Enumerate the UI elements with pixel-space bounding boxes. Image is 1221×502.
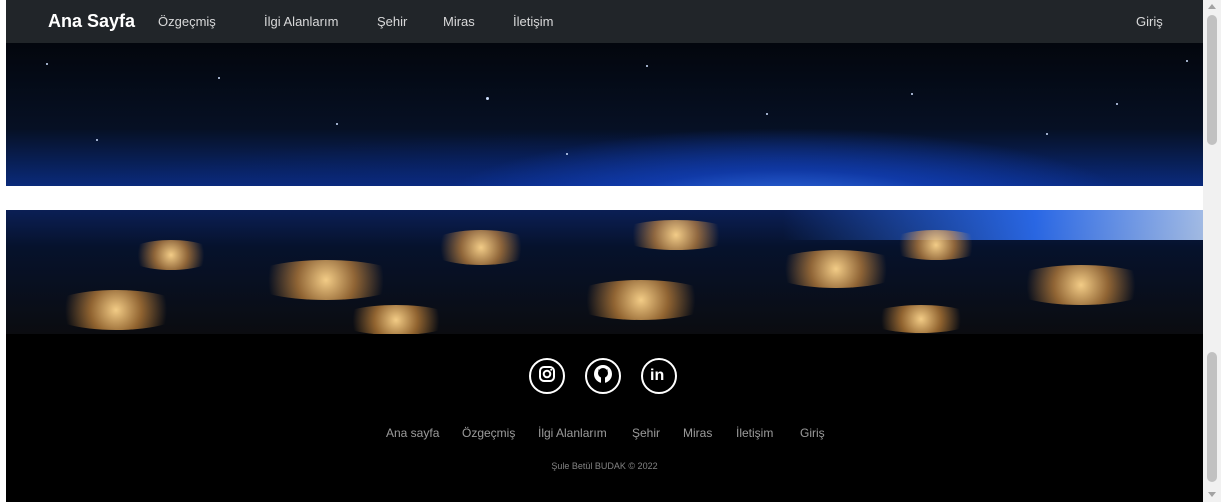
page: Ana Sayfa Özgeçmiş İlgi Alanlarım Şehir … xyxy=(6,0,1203,502)
instagram-button[interactable] xyxy=(529,358,565,394)
copyright-text: Şule Betül BUDAK © 2022 xyxy=(551,461,658,471)
brand-link[interactable]: Ana Sayfa xyxy=(48,0,135,43)
linkedin-button[interactable]: in xyxy=(641,358,677,394)
hero-image-space xyxy=(6,43,1203,186)
footer: in Ana sayfa Özgeçmiş İlgi Alanlarım Şeh… xyxy=(6,334,1203,502)
footer-link-sehir[interactable]: Şehir xyxy=(632,426,660,440)
footer-link-ana-sayfa[interactable]: Ana sayfa xyxy=(386,426,439,440)
footer-link-ilgi-alanlarim[interactable]: İlgi Alanlarım xyxy=(538,426,607,440)
github-icon xyxy=(593,364,613,389)
scrollbar-thumb[interactable] xyxy=(1207,15,1217,145)
nav-link-iletisim[interactable]: İletişim xyxy=(513,0,553,43)
footer-link-ozgecmis[interactable]: Özgeçmiş xyxy=(462,426,515,440)
vertical-scrollbar[interactable] xyxy=(1203,0,1221,502)
navbar: Ana Sayfa Özgeçmiş İlgi Alanlarım Şehir … xyxy=(6,0,1203,43)
scroll-down-icon[interactable] xyxy=(1208,492,1216,497)
nav-link-sehir[interactable]: Şehir xyxy=(377,0,407,43)
instagram-icon xyxy=(538,365,556,388)
linkedin-icon: in xyxy=(649,366,669,387)
scrollbar-thumb-lower[interactable] xyxy=(1207,352,1217,482)
footer-link-iletisim[interactable]: İletişim xyxy=(736,426,773,440)
hero-image-city-lights xyxy=(6,210,1203,334)
nav-link-ilgi-alanlarim[interactable]: İlgi Alanlarım xyxy=(264,0,338,43)
svg-text:in: in xyxy=(650,367,664,382)
footer-link-miras[interactable]: Miras xyxy=(683,426,712,440)
footer-link-giris[interactable]: Giriş xyxy=(800,426,825,440)
scroll-up-icon[interactable] xyxy=(1208,4,1216,9)
github-button[interactable] xyxy=(585,358,621,394)
nav-link-miras[interactable]: Miras xyxy=(443,0,475,43)
nav-link-giris[interactable]: Giriş xyxy=(1136,0,1163,43)
nav-link-ozgecmis[interactable]: Özgeçmiş xyxy=(158,0,216,43)
